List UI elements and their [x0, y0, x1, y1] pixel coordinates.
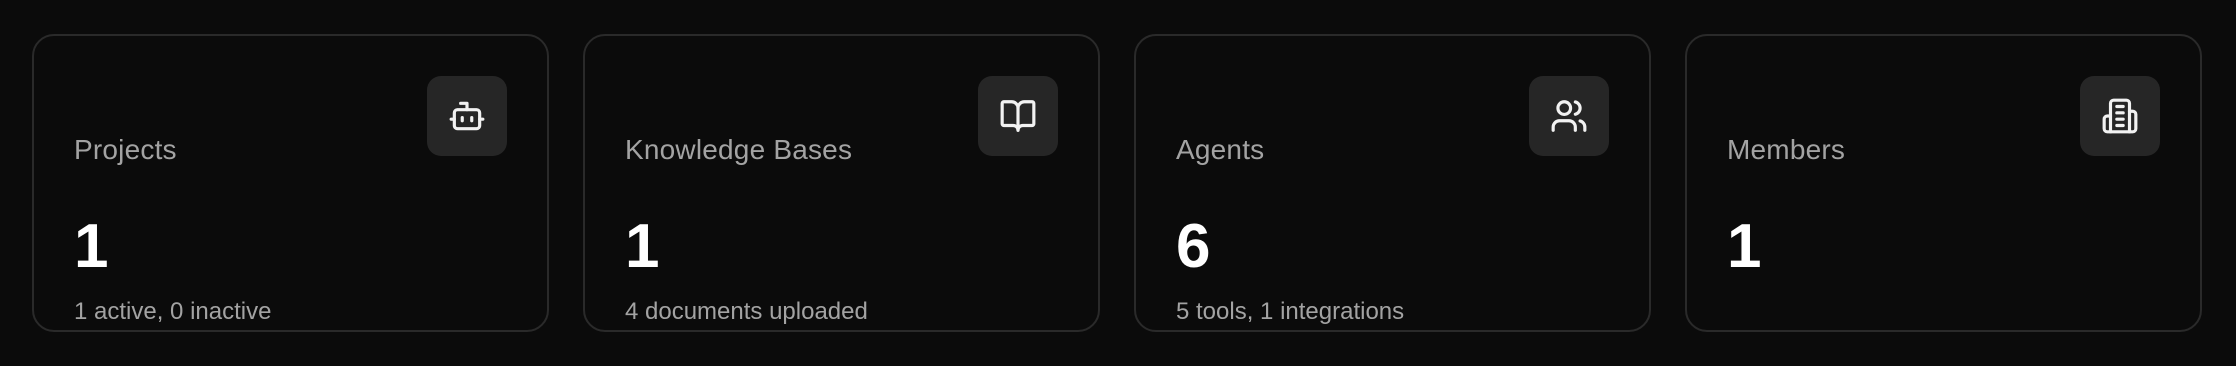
card-value: 1	[74, 212, 109, 281]
card-title: Agents	[1176, 134, 1265, 165]
stat-card-members: Members 1	[1685, 34, 2202, 332]
book-open-icon	[1000, 100, 1036, 132]
icon-container	[978, 76, 1058, 156]
card-subtitle: 1 active, 0 inactive	[74, 298, 272, 325]
card-title: Members	[1727, 134, 1846, 165]
icon-container	[2080, 76, 2160, 156]
users-icon	[1551, 100, 1587, 132]
stats-row: Projects 1 1 active, 0 inactive Knowledg…	[32, 34, 2202, 332]
card-value: 6	[1176, 212, 1211, 281]
card-title: Knowledge Bases	[625, 134, 853, 165]
stat-card-agents: Agents 6 5 tools, 1 integrations	[1134, 34, 1651, 332]
card-value: 1	[625, 212, 660, 281]
icon-container	[427, 76, 507, 156]
card-value: 1	[1727, 212, 1762, 281]
card-subtitle: 5 tools, 1 integrations	[1176, 298, 1405, 325]
building-icon	[2102, 98, 2138, 134]
stat-card-knowledge-bases: Knowledge Bases 1 4 documents uploaded	[583, 34, 1100, 332]
card-title: Projects	[74, 134, 177, 165]
icon-container	[1529, 76, 1609, 156]
bot-icon	[449, 101, 485, 131]
stat-card-projects: Projects 1 1 active, 0 inactive	[32, 34, 549, 332]
card-subtitle: 4 documents uploaded	[625, 298, 868, 325]
